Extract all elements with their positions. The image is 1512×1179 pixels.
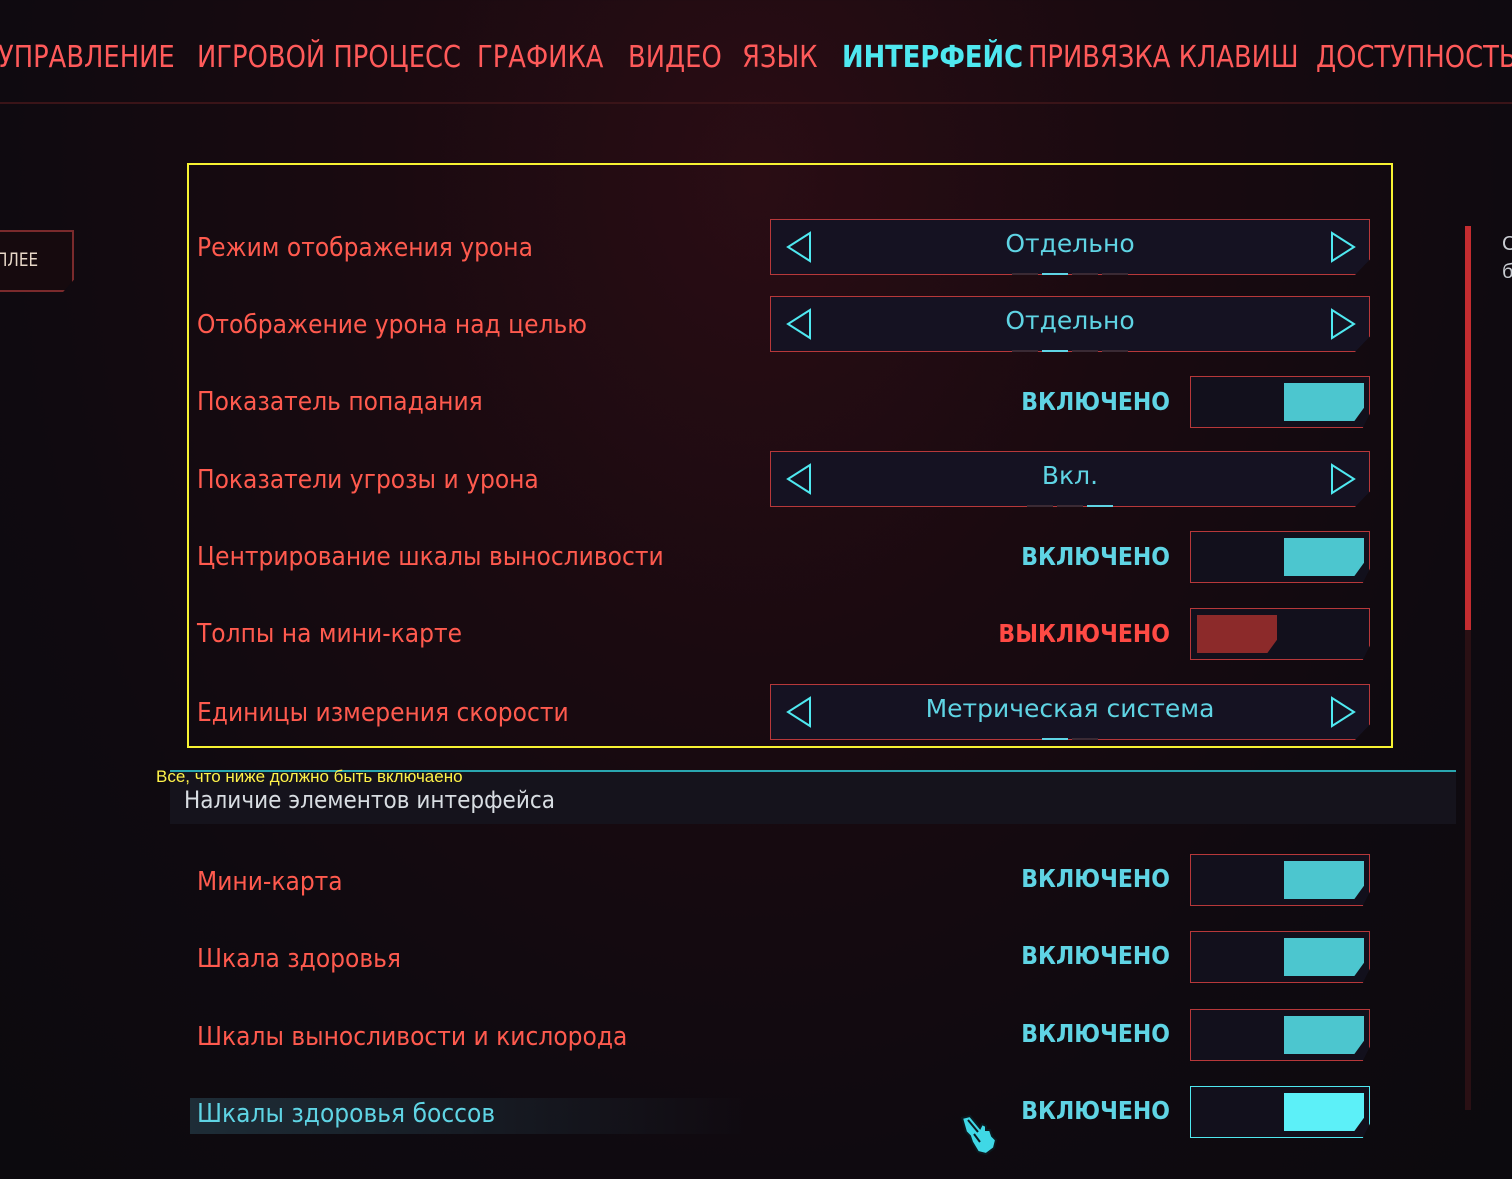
arrow-right-icon[interactable] xyxy=(1329,695,1357,729)
hand-cursor-icon xyxy=(960,1114,998,1156)
selector-value: Отдельно xyxy=(1005,306,1135,335)
toggle-switch[interactable] xyxy=(1190,931,1370,983)
setting-label: Показатель попадания xyxy=(197,387,483,417)
tab-interface[interactable]: ИНТЕРФЕЙС xyxy=(842,40,1023,75)
selector-value: Вкл. xyxy=(1041,461,1099,490)
selector-value: Метрическая система xyxy=(925,694,1215,723)
toggle-state-label: ВКЛЮЧЕНО xyxy=(1021,864,1170,893)
selector-value: Отдельно xyxy=(1005,229,1135,258)
top-nav: УПРАВЛЕНИЕ ИГРОВОЙ ПРОЦЕСС ГРАФИКА ВИДЕО… xyxy=(0,0,1512,104)
section-title: Наличие элементов интерфейса xyxy=(184,786,555,814)
tab-gameplay[interactable]: ИГРОВОЙ ПРОЦЕСС xyxy=(197,40,461,75)
value-selector[interactable]: Отдельно xyxy=(770,219,1370,275)
toggle-switch[interactable] xyxy=(1190,531,1370,583)
arrow-right-icon[interactable] xyxy=(1329,462,1357,496)
toggle-switch[interactable] xyxy=(1190,376,1370,428)
nav-divider xyxy=(0,102,1512,104)
tab-video[interactable]: ВИДЕО xyxy=(628,40,722,75)
value-selector[interactable]: Вкл. xyxy=(770,451,1370,507)
setting-label: Шкалы выносливости и кислорода xyxy=(197,1022,628,1052)
setting-label: Центрирование шкалы выносливости xyxy=(197,542,664,572)
setting-label: Единицы измерения скорости xyxy=(197,698,569,728)
tab-language[interactable]: ЯЗЫК xyxy=(742,40,818,75)
arrow-right-icon[interactable] xyxy=(1329,307,1357,341)
toggle-state-label: ВЫКЛЮЧЕНО xyxy=(998,619,1170,648)
tab-graphics[interactable]: ГРАФИКА xyxy=(477,40,603,75)
tab-controls[interactable]: УПРАВЛЕНИЕ xyxy=(0,40,175,75)
toggle-knob xyxy=(1284,861,1364,899)
toggle-state-label: ВКЛЮЧЕНО xyxy=(1021,941,1170,970)
toggle-switch[interactable] xyxy=(1190,1009,1370,1061)
side-button-label: ПЛЕЕ xyxy=(0,249,39,271)
value-selector[interactable]: Метрическая система xyxy=(770,684,1370,740)
toggle-knob xyxy=(1197,615,1277,653)
annotation-note: Все, что ниже должно быть включаено xyxy=(156,767,463,786)
setting-label: Шкала здоровья xyxy=(197,944,402,974)
setting-label: Режим отображения урона xyxy=(197,233,533,263)
right-partial-line1: С xyxy=(1502,233,1512,255)
toggle-state-label: ВКЛЮЧЕНО xyxy=(1021,1096,1170,1125)
toggle-knob xyxy=(1284,538,1364,576)
value-selector[interactable]: Отдельно xyxy=(770,296,1370,352)
tab-keybindings[interactable]: ПРИВЯЗКА КЛАВИШ xyxy=(1028,40,1299,75)
toggle-knob xyxy=(1284,1093,1364,1131)
side-button[interactable]: ПЛЕЕ xyxy=(0,230,74,292)
right-partial-text: С б xyxy=(1502,230,1512,286)
setting-label: Толпы на мини-карте xyxy=(197,619,463,649)
setting-label: Показатели угрозы и урона xyxy=(197,465,539,495)
toggle-state-label: ВКЛЮЧЕНО xyxy=(1021,542,1170,571)
scrollbar-thumb[interactable] xyxy=(1465,226,1471,630)
right-partial-line2: б xyxy=(1502,261,1512,283)
toggle-switch[interactable] xyxy=(1190,1086,1370,1138)
setting-label: Шкалы здоровья боссов xyxy=(197,1099,496,1129)
toggle-switch[interactable] xyxy=(1190,608,1370,660)
setting-label: Мини-карта xyxy=(197,867,343,897)
toggle-knob xyxy=(1284,938,1364,976)
toggle-switch[interactable] xyxy=(1190,854,1370,906)
arrow-right-icon[interactable] xyxy=(1329,230,1357,264)
toggle-state-label: ВКЛЮЧЕНО xyxy=(1021,1019,1170,1048)
toggle-knob xyxy=(1284,1016,1364,1054)
setting-label: Отображение урона над целью xyxy=(197,310,587,340)
tab-accessibility[interactable]: ДОСТУПНОСТЬ xyxy=(1316,40,1512,75)
toggle-state-label: ВКЛЮЧЕНО xyxy=(1021,387,1170,416)
toggle-knob xyxy=(1284,383,1364,421)
